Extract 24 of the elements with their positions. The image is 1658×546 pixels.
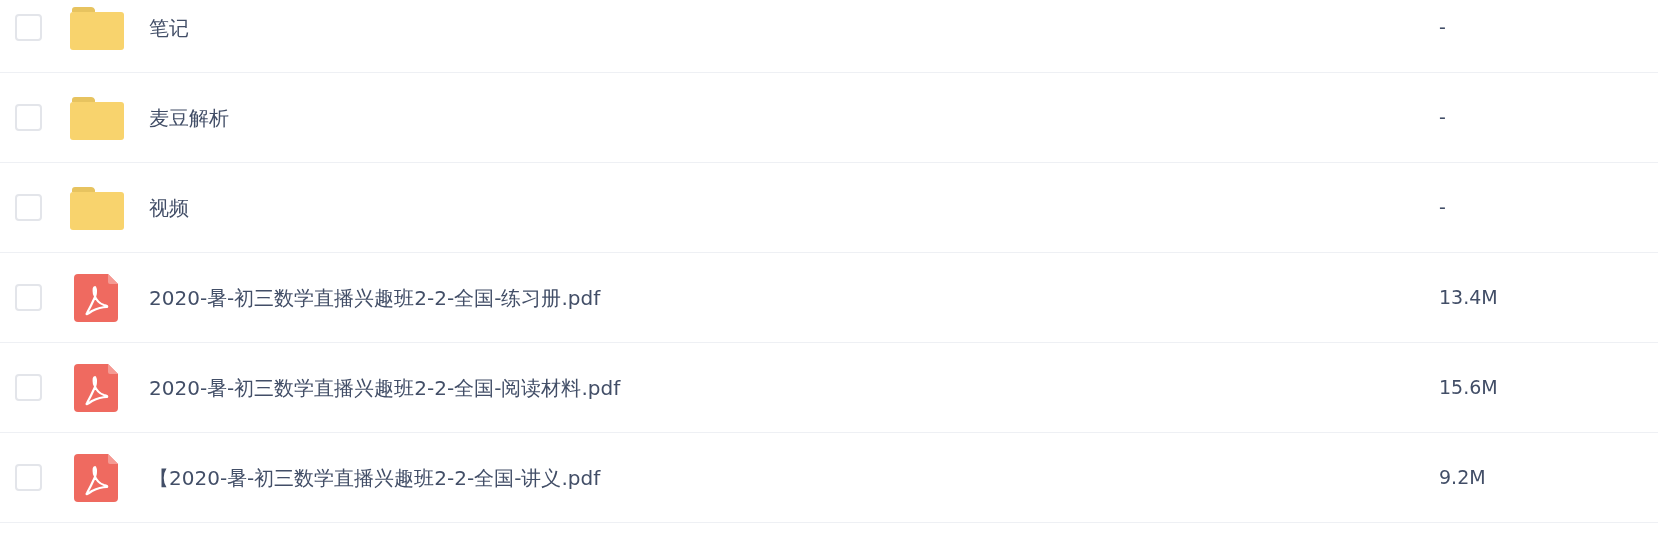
pdf-icon [74, 273, 118, 322]
file-name[interactable]: 笔记 [149, 12, 1439, 43]
checkbox[interactable] [15, 464, 42, 491]
folder-icon [70, 95, 124, 140]
checkbox[interactable] [15, 104, 42, 131]
file-name[interactable]: 【2020-暑-初三数学直播兴趣班2-2-全国-讲义.pdf [149, 462, 1439, 493]
file-size: - [1439, 195, 1446, 221]
folder-icon [70, 185, 124, 230]
file-size: 9.2M [1439, 465, 1486, 491]
file-name[interactable]: 2020-暑-初三数学直播兴趣班2-2-全国-阅读材料.pdf [149, 372, 1439, 403]
file-size: 13.4M [1439, 285, 1498, 311]
file-name[interactable]: 2020-暑-初三数学直播兴趣班2-2-全国-练习册.pdf [149, 282, 1439, 313]
file-size: - [1439, 15, 1446, 41]
file-name[interactable]: 麦豆解析 [149, 102, 1439, 133]
file-size: 15.6M [1439, 375, 1498, 401]
checkbox[interactable] [15, 14, 42, 41]
checkbox[interactable] [15, 194, 42, 221]
pdf-icon [74, 363, 118, 412]
file-name[interactable]: 视频 [149, 192, 1439, 223]
pdf-icon [74, 453, 118, 502]
checkbox[interactable] [15, 284, 42, 311]
folder-icon [70, 5, 124, 50]
file-size: - [1439, 105, 1446, 131]
checkbox[interactable] [15, 374, 42, 401]
